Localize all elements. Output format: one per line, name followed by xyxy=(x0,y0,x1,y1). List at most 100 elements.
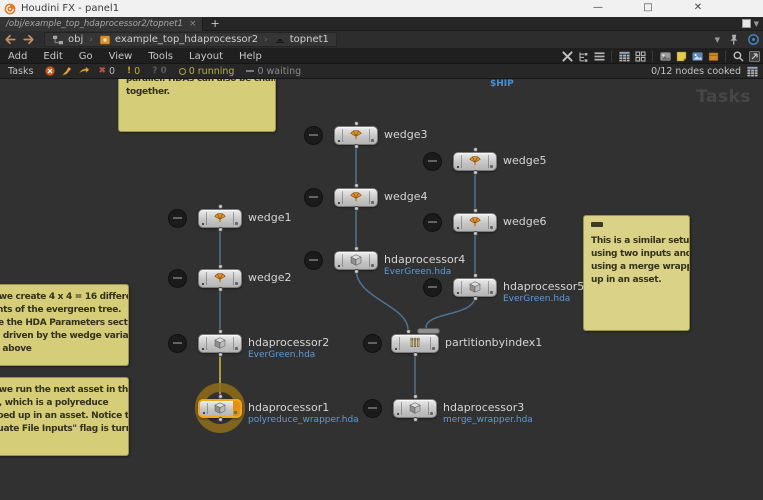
cancel-tasks-icon[interactable] xyxy=(42,65,57,78)
node-output-connector[interactable] xyxy=(218,287,223,292)
node-flag-mark[interactable] xyxy=(371,201,374,204)
node-collapse-badge[interactable] xyxy=(305,189,322,206)
node-input-connector[interactable] xyxy=(406,329,411,334)
node-wedge2[interactable] xyxy=(198,269,242,288)
title-bar[interactable]: Houdini FX - panel1 — □ ✕ xyxy=(0,0,763,17)
node-output-connector[interactable] xyxy=(218,227,223,232)
node-input-connector[interactable] xyxy=(473,273,478,278)
node-flag-mark[interactable] xyxy=(234,411,237,414)
menu-layout[interactable]: Layout xyxy=(181,51,231,62)
node-wedge6[interactable] xyxy=(453,213,497,232)
node-flag-mark[interactable] xyxy=(432,347,435,350)
menu-help[interactable]: Help xyxy=(231,51,270,62)
node-flag-mark[interactable] xyxy=(490,291,493,294)
node-wedge4[interactable] xyxy=(334,188,378,207)
node-flag-mark[interactable] xyxy=(490,226,493,229)
network-path-tab[interactable]: /obj/example_top_hdaprocessor2/topnet1 × xyxy=(0,17,203,31)
node-flag-mark[interactable] xyxy=(371,264,374,267)
menu-go[interactable]: Go xyxy=(71,51,101,62)
node-hdaprocessor3[interactable] xyxy=(393,399,437,418)
breadcrumb-item-obj[interactable]: obj xyxy=(49,34,86,46)
node-output-connector[interactable] xyxy=(413,417,418,422)
menu-edit[interactable]: Edit xyxy=(35,51,70,62)
node-flag-mark[interactable] xyxy=(235,222,238,225)
node-flag-mark[interactable] xyxy=(235,282,238,285)
minimize-button[interactable]: — xyxy=(583,0,613,17)
node-collapse-badge[interactable] xyxy=(424,214,441,231)
maximize-button[interactable]: □ xyxy=(633,0,663,17)
node-wedge1[interactable] xyxy=(198,209,242,228)
node-collapse-badge[interactable] xyxy=(364,400,381,417)
node-output-connector[interactable] xyxy=(354,269,359,274)
tab-close-icon[interactable]: × xyxy=(189,19,197,29)
node-collapse-badge[interactable] xyxy=(169,210,186,227)
node-input-connector[interactable] xyxy=(473,147,478,152)
node-wedge3[interactable] xyxy=(334,126,378,145)
tools-icon[interactable] xyxy=(560,50,574,63)
menu-add[interactable]: Add xyxy=(0,51,35,62)
note-right[interactable]: This is a similar setupusing two inputs … xyxy=(583,215,690,331)
node-wedge5[interactable] xyxy=(453,152,497,171)
menu-view[interactable]: View xyxy=(101,51,141,62)
forward-button[interactable] xyxy=(21,33,36,47)
task-table-icon[interactable] xyxy=(746,65,760,78)
background-image-icon[interactable] xyxy=(690,50,704,63)
node-wire[interactable] xyxy=(356,269,408,330)
node-hdaprocessor2[interactable] xyxy=(198,334,242,353)
node-flag-mark[interactable] xyxy=(430,412,433,415)
breadcrumb-item-topnet[interactable]: topnet1 xyxy=(271,34,332,46)
overview-icon[interactable] xyxy=(747,50,761,63)
grid-display-icon[interactable] xyxy=(633,50,647,63)
asset-box-icon[interactable] xyxy=(706,50,720,63)
search-icon[interactable] xyxy=(731,50,745,63)
node-input-connector[interactable] xyxy=(218,394,223,399)
node-collapse-badge[interactable] xyxy=(169,270,186,287)
node-collapse-badge[interactable] xyxy=(305,127,322,144)
path-dropdown-icon[interactable]: ▼ xyxy=(715,36,720,44)
cook-tasks-icon[interactable] xyxy=(76,65,91,78)
node-flag-mark[interactable] xyxy=(490,165,493,168)
node-hdaprocessor5[interactable] xyxy=(453,278,497,297)
follow-selection-icon[interactable] xyxy=(746,33,760,46)
node-output-connector[interactable] xyxy=(354,144,359,149)
menu-tools[interactable]: Tools xyxy=(140,51,181,62)
pane-dropdown-icon[interactable]: ▼ xyxy=(754,20,759,28)
node-hdaprocessor1[interactable] xyxy=(198,399,242,418)
node-output-connector[interactable] xyxy=(218,417,223,422)
node-multi-input-connector[interactable] xyxy=(417,328,440,334)
close-button[interactable]: ✕ xyxy=(683,0,713,17)
node-flag-mark[interactable] xyxy=(371,139,374,142)
node-collapse-badge[interactable] xyxy=(424,279,441,296)
node-collapse-badge[interactable] xyxy=(364,335,381,352)
back-button[interactable] xyxy=(3,33,18,47)
breadcrumb-item-example[interactable]: example_top_hdaprocessor2 xyxy=(96,34,261,46)
network-editor-canvas[interactable]: Tasks $HIP parallel. HDAs can also be ch… xyxy=(0,79,763,500)
dirty-tasks-icon[interactable] xyxy=(59,65,74,78)
grid-snap-icon[interactable] xyxy=(617,50,631,63)
node-hdaprocessor4[interactable] xyxy=(334,251,378,270)
node-flag-mark[interactable] xyxy=(235,347,238,350)
node-partitionbyindex1[interactable] xyxy=(391,334,439,353)
sticky-note-icon[interactable] xyxy=(674,50,688,63)
node-output-connector[interactable] xyxy=(473,231,478,236)
node-input-connector[interactable] xyxy=(218,264,223,269)
pin-icon[interactable] xyxy=(726,33,740,46)
node-collapse-badge[interactable] xyxy=(305,252,322,269)
image-node-icon[interactable] xyxy=(658,50,672,63)
node-output-connector[interactable] xyxy=(473,296,478,301)
node-input-connector[interactable] xyxy=(473,208,478,213)
node-output-connector[interactable] xyxy=(218,352,223,357)
list-view-icon[interactable] xyxy=(592,50,606,63)
node-input-connector[interactable] xyxy=(354,183,359,188)
node-output-connector[interactable] xyxy=(413,352,418,357)
node-output-connector[interactable] xyxy=(473,170,478,175)
hierarchy-icon[interactable] xyxy=(576,50,590,63)
node-collapse-badge[interactable] xyxy=(169,335,186,352)
note-top[interactable]: parallel. HDAs can also be chainedtogeth… xyxy=(118,79,276,132)
node-output-connector[interactable] xyxy=(354,206,359,211)
new-tab-button[interactable]: + xyxy=(211,18,220,30)
node-input-connector[interactable] xyxy=(218,329,223,334)
pane-layout-icon[interactable] xyxy=(742,19,751,28)
note-left-2[interactable]: Here we run the next asset in thechain, … xyxy=(0,377,129,456)
note-left-1[interactable]: Here we create 4 x 4 = 16 differentvaria… xyxy=(0,284,129,366)
